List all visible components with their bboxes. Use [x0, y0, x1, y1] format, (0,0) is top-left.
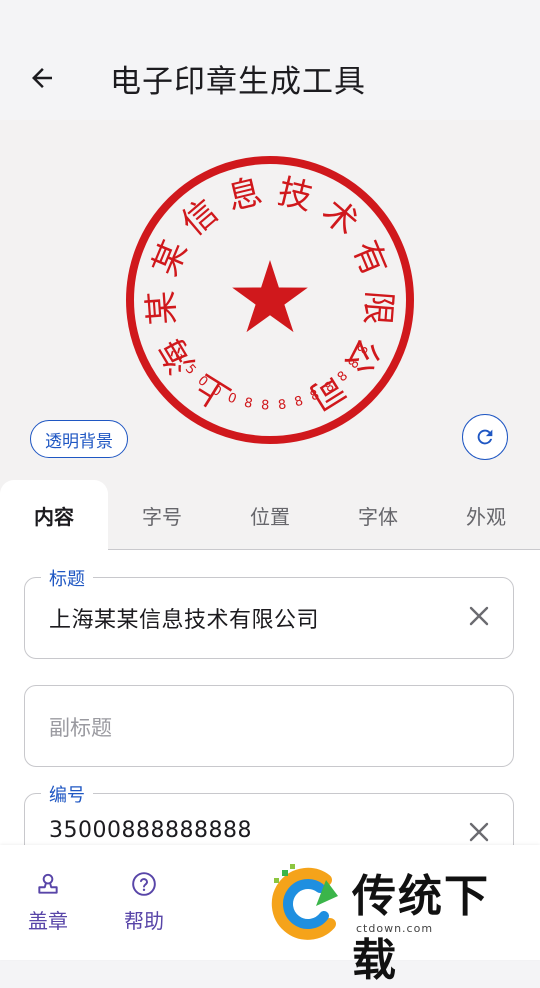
- tab-appearance[interactable]: 外观: [432, 480, 540, 550]
- number-field-value[interactable]: 35000888888888: [49, 818, 252, 843]
- content-form: 标题 上海某某信息技术有限公司 副标题 编号 35000888888888: [0, 550, 540, 845]
- tab-font[interactable]: 字体: [324, 480, 432, 550]
- seal-title-char: 限: [357, 289, 399, 326]
- seal-title-char: 技: [274, 172, 316, 219]
- seal-image: 上海某某信息 技术有限公司 3500 0 8 8 8 8 8 8888: [126, 156, 414, 444]
- stamp-icon: [38, 873, 58, 894]
- seal-star-icon: [232, 260, 308, 333]
- title-field[interactable]: 标题 上海某某信息技术有限公司: [24, 565, 514, 659]
- seal-title-char: 息: [224, 172, 266, 219]
- title-field-label: 标题: [41, 565, 93, 591]
- page-title: 电子印章生成工具: [110, 64, 366, 100]
- app-bar: 电子印章生成工具: [0, 0, 540, 120]
- back-button[interactable]: [24, 60, 60, 96]
- seal-title-char: 某: [145, 235, 195, 282]
- tab-position[interactable]: 位置: [216, 480, 324, 550]
- seal-title-char: 有: [345, 235, 395, 282]
- tab-font-size[interactable]: 字号: [108, 480, 216, 550]
- number-clear-button[interactable]: [463, 816, 495, 845]
- help-icon: [132, 872, 156, 896]
- seal-number-char: 8: [243, 396, 254, 412]
- seal-number-char: 8: [293, 394, 305, 411]
- close-icon: [469, 606, 489, 626]
- transparent-background-toggle[interactable]: 透明背景: [30, 420, 128, 458]
- number-field[interactable]: 编号 35000888888888: [24, 781, 514, 845]
- title-field-value[interactable]: 上海某某信息技术有限公司: [49, 602, 319, 634]
- seal-title-char: 术: [314, 191, 366, 243]
- refresh-icon: [477, 429, 493, 445]
- seal-number-char: 8: [261, 398, 270, 413]
- bottom-navigation: 盖章 帮助 传统下载 ctdown.com: [0, 845, 540, 986]
- subtitle-field-placeholder[interactable]: 副标题: [49, 712, 112, 742]
- refresh-button[interactable]: [462, 414, 508, 460]
- nav-help-label: 帮助: [124, 909, 164, 933]
- nav-help[interactable]: 帮助: [112, 871, 176, 934]
- settings-tabs: 内容 字号 位置 字体 外观: [0, 480, 540, 551]
- nav-stamp[interactable]: 盖章: [16, 871, 80, 934]
- watermark-logo: 传统下载 ctdown.com: [266, 858, 526, 986]
- seal-title-char: 信: [174, 191, 226, 243]
- ctdown-logo-icon: [271, 864, 338, 940]
- seal-preview: 上海某某信息技术有限公司 35000888888888 透明背景: [0, 120, 540, 480]
- title-clear-button[interactable]: [463, 600, 495, 632]
- seal-title-char: 某: [141, 289, 183, 326]
- nav-stamp-label: 盖章: [28, 909, 68, 933]
- number-field-label: 编号: [41, 781, 93, 807]
- seal-number-char: 8: [277, 397, 287, 413]
- close-icon: [469, 822, 489, 842]
- tab-content[interactable]: 内容: [0, 480, 108, 551]
- watermark-subtext: ctdown.com: [356, 922, 434, 935]
- subtitle-field[interactable]: 副标题: [24, 685, 514, 767]
- back-arrow-icon: [32, 68, 52, 88]
